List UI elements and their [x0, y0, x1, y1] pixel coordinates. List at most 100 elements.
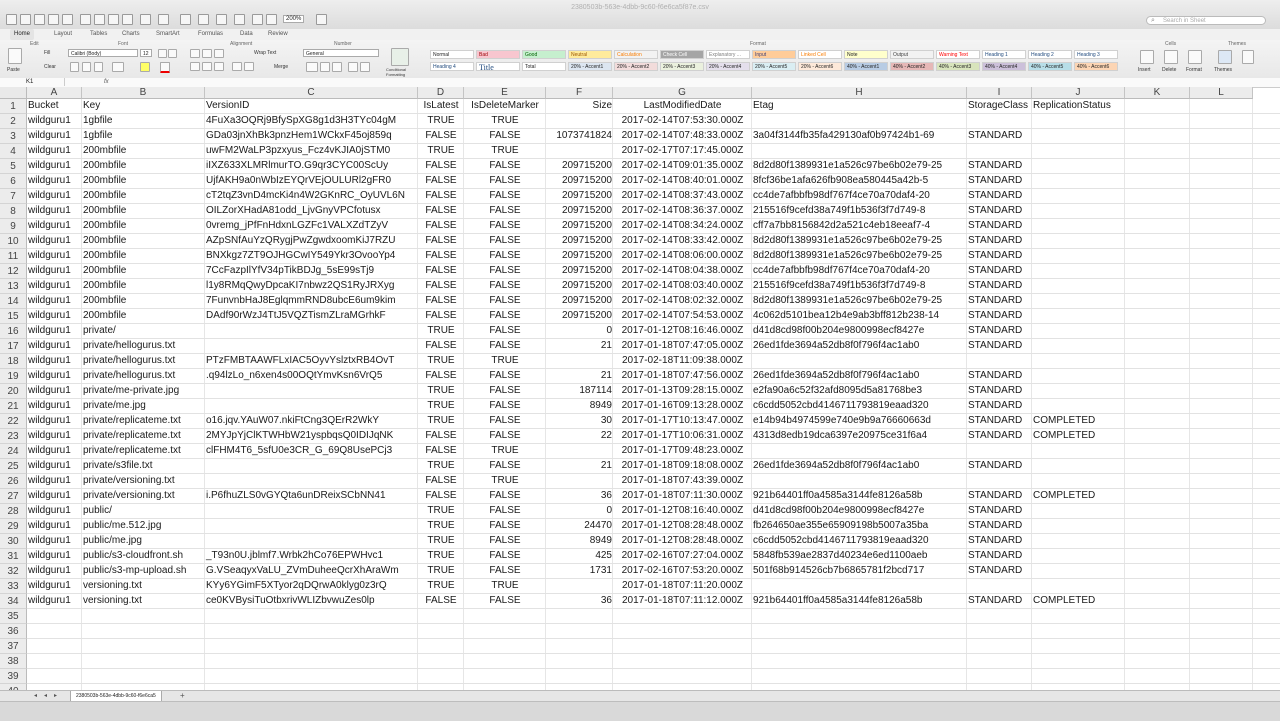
cell-f34[interactable]: 36 [546, 594, 613, 608]
cell-b22[interactable]: private/replicateme.txt [82, 414, 205, 428]
cell-a15[interactable]: wildguru1 [27, 309, 82, 323]
cell-f38[interactable] [546, 654, 613, 668]
cell-a5[interactable]: wildguru1 [27, 159, 82, 173]
cell-g15[interactable]: 2017-02-14T07:54:53.000Z [613, 309, 752, 323]
cell-g36[interactable] [613, 624, 752, 638]
media-icon[interactable] [266, 14, 277, 25]
cell-a35[interactable] [27, 609, 82, 623]
column-header-l[interactable]: L [1190, 87, 1253, 99]
cell-g33[interactable]: 2017-01-18T07:11:20.000Z [613, 579, 752, 593]
grow-font-icon[interactable] [158, 49, 167, 58]
cell-d13[interactable]: FALSE [418, 279, 464, 293]
cell-e23[interactable]: FALSE [464, 429, 546, 443]
align-bottom-icon[interactable] [214, 49, 224, 58]
row-header[interactable]: 19 [0, 369, 27, 384]
cell-e28[interactable]: FALSE [464, 504, 546, 518]
cell-c2[interactable]: 4FuXa3OQRj9BfySpXG8g1d3H3TYc04gM [205, 114, 438, 128]
cell-h13[interactable]: 215516f9cefd38a749f1b536f3f7d749-8 [752, 279, 987, 293]
cell-a3[interactable]: wildguru1 [27, 129, 82, 143]
cell-j15[interactable] [1032, 309, 1145, 323]
row-header[interactable]: 36 [0, 624, 27, 639]
cell-b19[interactable]: private/hellogurus.txt [82, 369, 205, 383]
cell-j28[interactable] [1032, 504, 1145, 518]
cell-g39[interactable] [613, 669, 752, 683]
font-size-select[interactable]: 12 [140, 49, 152, 57]
row-header[interactable]: 4 [0, 144, 27, 159]
cell-h30[interactable]: c6cdd5052cbd4146711793819eaad320 [752, 534, 987, 548]
cell-d30[interactable]: TRUE [418, 534, 464, 548]
cell-b36[interactable] [82, 624, 205, 638]
cell-a34[interactable]: wildguru1 [27, 594, 82, 608]
cell-h16[interactable]: d41d8cd98f00b204e9800998ecf8427e [752, 324, 987, 338]
cell-style-2[interactable]: Good [522, 50, 566, 59]
theme-fonts-icon[interactable] [1242, 50, 1254, 64]
cell-f2[interactable] [546, 114, 613, 128]
cell-b23[interactable]: private/replicateme.txt [82, 429, 205, 443]
cell-c34[interactable]: ce0KVBysiTuOtbxrivWLIZbvwuZes0lp [205, 594, 438, 608]
row-header[interactable]: 5 [0, 159, 27, 174]
column-header-d[interactable]: D [418, 87, 464, 99]
cell-f9[interactable]: 209715200 [546, 219, 613, 233]
cell-d23[interactable]: FALSE [418, 429, 464, 443]
cell-d7[interactable]: FALSE [418, 189, 464, 203]
cell-g13[interactable]: 2017-02-14T08:03:40.000Z [613, 279, 752, 293]
cell-c39[interactable] [205, 669, 438, 683]
tab-data[interactable]: Data [236, 29, 257, 40]
cell-g12[interactable]: 2017-02-14T08:04:38.000Z [613, 264, 752, 278]
tab-layout[interactable]: Layout [50, 29, 76, 40]
cell-h19[interactable]: 26ed1fde3694a52db8f0f796f4ac1ab0 [752, 369, 987, 383]
zoom-select[interactable]: 200% [283, 15, 305, 23]
row-header[interactable]: 34 [0, 594, 27, 609]
cell-a2[interactable]: wildguru1 [27, 114, 82, 128]
merge-button[interactable]: Merge [274, 64, 288, 70]
cell-e16[interactable]: FALSE [464, 324, 546, 338]
cell-j19[interactable] [1032, 369, 1145, 383]
paste-button[interactable] [8, 48, 22, 64]
cell-g27[interactable]: 2017-01-18T07:11:30.000Z [613, 489, 752, 503]
cell-f8[interactable]: 209715200 [546, 204, 613, 218]
cell-g19[interactable]: 2017-01-18T07:47:56.000Z [613, 369, 752, 383]
row-header[interactable]: 39 [0, 669, 27, 684]
cell-style-6[interactable]: Explanatory ... [706, 50, 750, 59]
themes-button[interactable]: Themes [1214, 67, 1232, 73]
cell-d9[interactable]: FALSE [418, 219, 464, 233]
cell-j9[interactable] [1032, 219, 1145, 233]
cell-f16[interactable]: 0 [546, 324, 613, 338]
gallery-icon[interactable] [234, 14, 245, 25]
cell-d6[interactable]: FALSE [418, 174, 464, 188]
cell-a25[interactable]: wildguru1 [27, 459, 82, 473]
cell-h20[interactable]: e2fa90a6c52f32afd8095d5a81768be3 [752, 384, 987, 398]
cell-c9[interactable]: 0vremg_jPfFnHdxnLGZFc1VALXZdTZyV [205, 219, 438, 233]
cell-g32[interactable]: 2017-02-16T07:53:20.000Z [613, 564, 752, 578]
cell-i18[interactable] [967, 354, 1032, 368]
cell-h34[interactable]: 921b64401ff0a4585a3144fe8126a58b [752, 594, 987, 608]
bold-icon[interactable] [70, 62, 79, 72]
cell-a32[interactable]: wildguru1 [27, 564, 82, 578]
cell-c8[interactable]: OILZorXHadA81odd_LjvGnyVPCfotusx [205, 204, 438, 218]
conditional-formatting-icon[interactable] [391, 48, 409, 66]
cell-g25[interactable]: 2017-01-18T09:18:08.000Z [613, 459, 752, 473]
cell-i17[interactable]: STANDARD [967, 339, 1032, 353]
cell-b32[interactable]: public/s3-mp-upload.sh [82, 564, 205, 578]
cell-f20[interactable]: 187114 [546, 384, 613, 398]
cell-i23[interactable]: STANDARD [967, 429, 1032, 443]
cell-b15[interactable]: 200mbfile [82, 309, 205, 323]
cell-f31[interactable]: 425 [546, 549, 613, 563]
cell-c27[interactable]: i.P6fhuZLS0vGYQta6unDReixSCbNN41 [205, 489, 438, 503]
tab-review[interactable]: Review [264, 29, 292, 40]
cell-e19[interactable]: FALSE [464, 369, 546, 383]
column-header-c[interactable]: C [205, 87, 418, 99]
cell-d31[interactable]: TRUE [418, 549, 464, 563]
cell-c14[interactable]: 7FunvnbHaJ8EglqmmRND8ubcE6um9kim [205, 294, 438, 308]
first-sheet-icon[interactable]: ◂ [34, 692, 37, 699]
column-header-g[interactable]: G [613, 87, 752, 99]
font-name-select[interactable]: Calibri (Body) [68, 49, 138, 57]
row-header[interactable]: 9 [0, 219, 27, 234]
cell-h25[interactable]: 26ed1fde3694a52db8f0f796f4ac1ab0 [752, 459, 987, 473]
cell-d16[interactable]: TRUE [418, 324, 464, 338]
cell-c23[interactable]: 2MYJpYjClKTWHbW21yspbqsQ0IDIJqNK [205, 429, 438, 443]
cell-f12[interactable]: 209715200 [546, 264, 613, 278]
cell-style-12[interactable]: Heading 1 [982, 50, 1026, 59]
cell-i22[interactable]: STANDARD [967, 414, 1032, 428]
cell-f27[interactable]: 36 [546, 489, 613, 503]
